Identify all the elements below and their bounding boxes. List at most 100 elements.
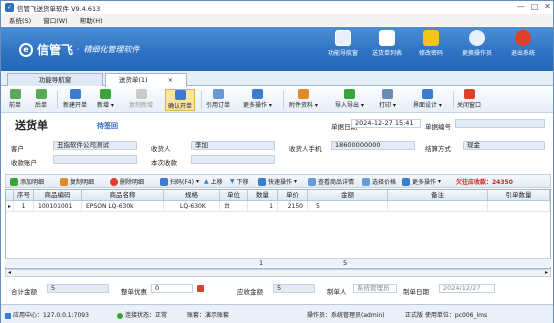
col-header-spec[interactable]: 规格	[164, 190, 220, 201]
col-header-ref-qty[interactable]: 引单数量	[488, 190, 550, 201]
receiver-input[interactable]: 李加	[191, 141, 275, 150]
scan-button[interactable]: 扫码(F4) ▾	[160, 177, 199, 186]
delete-detail-button[interactable]: 删除明细	[110, 177, 144, 186]
cell-price[interactable]: 2150	[278, 201, 308, 212]
copy-detail-label: 复制明细	[70, 179, 95, 186]
settle-value: 现金	[467, 141, 480, 149]
tab-nav-window[interactable]: 功能导航窗	[7, 73, 103, 86]
cell-ref-qty[interactable]	[488, 201, 550, 212]
total-label: 合计金额	[11, 288, 37, 296]
maker-value: 系统管理员	[357, 284, 390, 292]
more-actions-button[interactable]: 更多操作 ▾	[243, 89, 272, 109]
brand-dot: ·	[77, 45, 80, 54]
delete-detail-label: 删除明细	[120, 179, 145, 186]
collect-input[interactable]	[191, 155, 275, 164]
arrow-right-icon	[35, 89, 47, 99]
new-bill-button[interactable]: 新建开单	[63, 89, 87, 109]
cell-spec[interactable]: LQ-630K	[164, 201, 220, 212]
settle-select[interactable]: 现金	[463, 141, 545, 150]
move-down-button[interactable]: ▼ 下移	[230, 177, 249, 186]
move-up-button[interactable]: ▲ 上移	[204, 177, 223, 186]
scroll-left-icon[interactable]: ◂	[8, 269, 11, 276]
close-window-button[interactable]: ✕	[544, 2, 551, 11]
doc-status: 待签回	[97, 122, 118, 130]
app-window: ✓ 信管飞送货单软件 V9.4.613 — □ ✕ 系统(S) 窗口(W) 帮助…	[0, 0, 554, 323]
attachments-button[interactable]: 附件资料 ▾	[289, 89, 318, 109]
exit-system-button[interactable]: 退出系统	[495, 30, 551, 57]
switch-operator-label: 更换操作员	[461, 50, 492, 57]
col-header-note[interactable]: 备注	[388, 190, 488, 201]
col-header-price[interactable]: 单价	[278, 190, 308, 201]
next-doc-label: 后单	[35, 102, 48, 109]
import-export-button[interactable]: 导入导出 ▾	[335, 89, 364, 109]
account-input[interactable]	[53, 155, 137, 164]
first-doc-label: 前单	[9, 102, 22, 109]
menu-system[interactable]: 系统(S)	[9, 15, 31, 25]
tab-delivery-note[interactable]: 送货单(1) ×	[105, 73, 187, 87]
scroll-right-icon[interactable]: ▸	[545, 269, 548, 276]
close-icon	[463, 89, 475, 99]
select-price-button[interactable]: 选择价格	[362, 177, 396, 186]
phone-input[interactable]: 18600000000	[331, 141, 415, 150]
copy-detail-button[interactable]: 复制明细	[60, 177, 94, 186]
cell-note[interactable]	[388, 201, 488, 212]
col-header-name[interactable]: 商品名称	[82, 190, 164, 201]
receiver-value: 李加	[195, 141, 208, 149]
detail-icon	[308, 177, 316, 186]
minimize-button[interactable]: —	[517, 2, 525, 11]
scan-icon	[160, 177, 168, 186]
window-controls: — □ ✕	[517, 2, 551, 11]
col-header-code[interactable]: 商品编码	[34, 190, 82, 201]
close-tab-icon[interactable]: ×	[168, 76, 173, 84]
total-amount: 5	[47, 284, 109, 293]
grid-more-button[interactable]: 更多操作 ▾	[402, 177, 441, 186]
next-doc-button[interactable]: 后单	[35, 89, 47, 109]
first-doc-button[interactable]: 前单	[9, 89, 21, 109]
more-list-icon	[402, 177, 410, 186]
change-password-label: 修改密码	[418, 50, 443, 57]
discount-calc-icon[interactable]	[197, 285, 204, 292]
cell-unit[interactable]: 台	[220, 201, 248, 212]
print-button[interactable]: 打印 ▾	[379, 89, 396, 109]
date-input[interactable]: 2024-12-27 15:41	[351, 119, 421, 128]
move-down-label: 下移	[236, 179, 249, 186]
close-window-tb-button[interactable]: 关闭窗口	[457, 89, 481, 109]
receivable-value: 5	[277, 284, 282, 292]
quick-actions-button[interactable]: 快速操作 ▾	[258, 177, 297, 186]
ui-design-button[interactable]: 界面设计 ▾	[413, 89, 442, 109]
menu-help[interactable]: 帮助(H)	[80, 15, 103, 25]
col-header-unit[interactable]: 单位	[220, 190, 248, 201]
add-detail-button[interactable]: 添加明细	[10, 177, 44, 186]
cell-code[interactable]: 100101001	[34, 201, 82, 212]
col-header-qty[interactable]: 数量	[248, 190, 278, 201]
add-dropdown-button[interactable]: 新增 ▾	[97, 89, 114, 109]
horizontal-scrollbar[interactable]: ◂ ▸	[5, 269, 551, 277]
make-date-label: 制单日期	[403, 288, 429, 296]
discount-input[interactable]: 0	[151, 284, 193, 293]
cell-no[interactable]: 1	[14, 201, 34, 212]
cell-amount[interactable]: 5	[308, 201, 388, 212]
col-header-amount[interactable]: 金额	[308, 190, 388, 201]
cell-qty[interactable]: 1	[248, 201, 278, 212]
doc-no-input[interactable]	[455, 119, 545, 128]
owed-receivable-text: 欠往应收款：24350	[456, 179, 513, 186]
nav-window-label: 功能导航窗	[327, 50, 358, 57]
menu-window[interactable]: 窗口(W)	[43, 15, 68, 25]
customer-input[interactable]: 丑指软件公司测试	[53, 141, 137, 150]
brand-slogan: 精细化管理软件	[83, 45, 140, 54]
confirm-bill-button[interactable]: 确认开单	[165, 89, 196, 111]
quick-actions-label: 快速操作	[268, 179, 293, 186]
col-header-no[interactable]: 序号	[14, 190, 34, 201]
arrow-up-icon: ▲	[204, 178, 209, 185]
copy-new-button[interactable]: 复制新增	[129, 89, 153, 109]
detail-grid: 序号 商品编码 商品名称 规格 单位 数量 单价 金额 备注 引单数量 ▸ 1 …	[5, 189, 551, 269]
list-icon	[379, 30, 395, 46]
sum-amount: 5	[343, 259, 348, 267]
owed-receivable: 欠往应收款：24350	[456, 177, 513, 186]
maximize-button[interactable]: □	[531, 2, 539, 11]
reference-order-button[interactable]: 引用订单	[206, 89, 230, 109]
window-title: 信管飞送货单软件 V9.4.613	[17, 4, 101, 13]
view-product-button[interactable]: 查看商品详情	[308, 177, 354, 186]
cell-name[interactable]: EPSON LQ-630k	[82, 201, 164, 212]
account-label: 收款账户	[11, 159, 37, 167]
